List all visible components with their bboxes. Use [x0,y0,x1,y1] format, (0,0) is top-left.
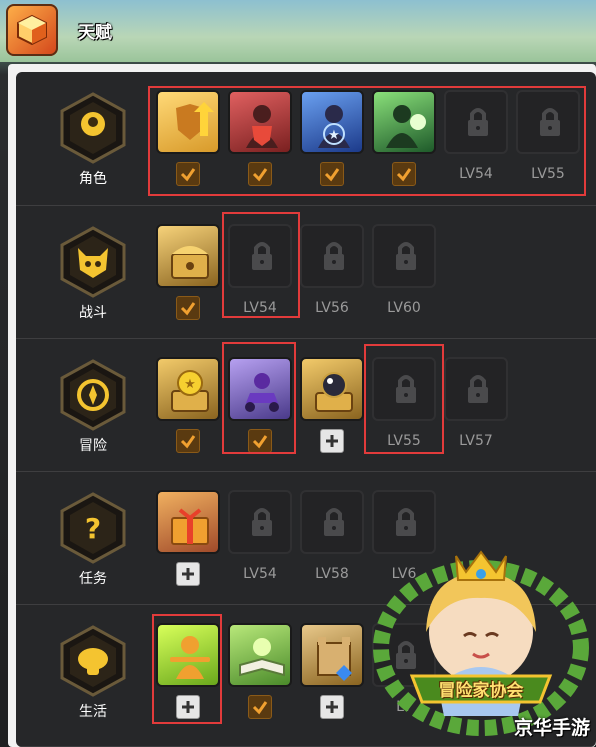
talent-slot-lock[interactable] [516,90,580,154]
talent-slot-lock[interactable] [444,90,508,154]
talent-slot-kart[interactable] [228,357,292,421]
talent-slot-star-aura[interactable]: ★ [300,90,364,154]
adventurer-guild-logo: 冒险家协会 京华手游 [368,536,594,742]
plus-icon[interactable] [176,562,200,586]
star-aura-icon: ★ [318,105,350,148]
orb-chest-icon [315,372,353,412]
talent-row: 战斗 LV54 LV56 LV60 [16,206,596,339]
unlock-level-label: LV55 [531,166,565,182]
talent-slot-lock[interactable] [444,357,508,421]
talent-slot-lock[interactable] [372,357,436,421]
logo-banner: 冒险家协会 [438,681,524,701]
talent-slot-shield-red[interactable] [228,90,292,154]
unlock-level-label: LV54 [459,166,493,182]
talent-slot-shield-up[interactable] [156,90,220,154]
role-icon [60,92,126,164]
check-icon [392,162,416,186]
lock-icon [324,242,344,270]
plus-icon[interactable] [320,695,344,719]
row-label: 角色 [79,171,107,187]
check-icon [176,429,200,453]
talent-slot-green-burst[interactable] [372,90,436,154]
talent-slot-lock[interactable] [300,224,364,288]
row-label: 任务 [79,571,107,587]
check-icon [320,162,344,186]
talent-slot-chest-gold[interactable] [156,224,220,288]
shield-red-icon [246,105,278,148]
check-icon [248,695,272,719]
unlock-level-label: LV57 [459,433,493,449]
life-icon [60,625,126,697]
lock-icon [252,242,272,270]
talent-slot-gift-box[interactable] [156,490,220,554]
talent-cube-icon [6,4,58,56]
window-title: 天赋 [78,23,112,43]
plus-icon[interactable] [320,429,344,453]
book-icon [239,638,285,677]
talent-slot-coin-chest[interactable]: ★ [156,357,220,421]
green-burst-icon [386,105,426,148]
unlock-level-label: LV60 [387,300,421,316]
question-icon: ? [60,492,126,564]
talent-slot-lock[interactable] [300,490,364,554]
unlock-level-label: LV54 [243,566,277,582]
lock-icon [468,375,488,403]
check-icon [176,296,200,320]
title-bar: 天赋 [0,0,596,62]
figure-green-icon [170,636,210,679]
unlock-level-label: LV56 [315,300,349,316]
talent-slot-lock[interactable] [228,224,292,288]
lock-icon [252,508,272,536]
talent-row: 冒险 ★ LV55 LV57 [16,339,596,472]
lock-icon [396,242,416,270]
lock-icon [324,508,344,536]
plus-icon[interactable] [176,695,200,719]
svg-text:★: ★ [184,377,196,392]
watermark: 京华手游 [513,717,590,739]
talent-slot-orb-chest[interactable] [300,357,364,421]
castle-gem-icon [317,637,352,681]
svg-text:★: ★ [328,128,340,143]
gift-box-icon [171,508,209,545]
lock-icon [396,375,416,403]
row-label: 战斗 [79,305,107,321]
talent-slot-castle-gem[interactable] [300,623,364,687]
lock-icon [468,108,488,136]
check-icon [248,162,272,186]
unlock-level-label: LV55 [387,433,421,449]
lock-icon [540,108,560,136]
talent-slot-lock[interactable] [372,224,436,288]
unlock-level-label: LV54 [243,300,277,316]
talent-row: 角色 ★ LV54 LV55 [16,72,596,206]
row-label: 冒险 [79,438,107,454]
check-icon [176,162,200,186]
kart-icon [245,373,279,412]
talent-slot-lock[interactable] [228,490,292,554]
talent-slot-book[interactable] [228,623,292,687]
coin-chest-icon: ★ [171,370,209,412]
chest-gold-icon [171,246,209,279]
compass-icon [60,359,126,431]
svg-text:?: ? [85,512,101,545]
row-label: 生活 [79,704,107,720]
check-icon [248,429,272,453]
battle-icon [60,226,126,298]
shield-up-icon [176,102,214,140]
unlock-level-label: LV58 [315,566,349,582]
talent-slot-figure-green[interactable] [156,623,220,687]
